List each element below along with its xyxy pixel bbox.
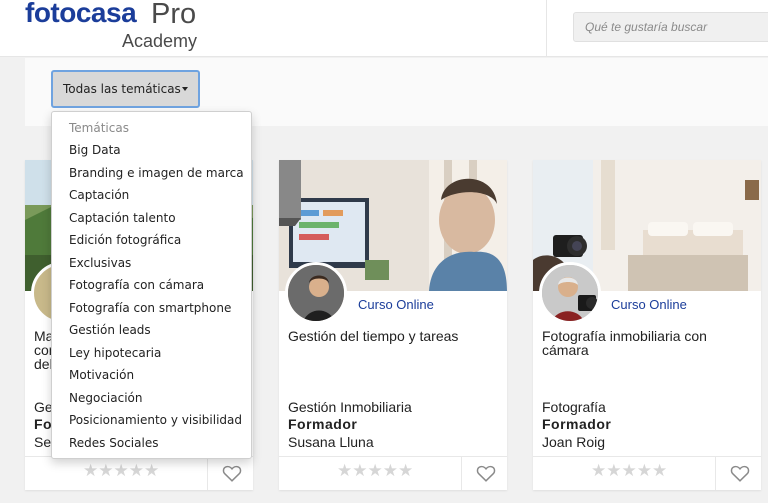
course-title[interactable]: Gestión del tiempo y tareas (288, 329, 498, 343)
course-category: Gestión Inmobiliaria (288, 399, 412, 415)
footer-divider (715, 457, 716, 490)
menu-item-exclusivas[interactable]: Exclusivas (69, 256, 131, 270)
course-role: Formador (288, 416, 358, 432)
menu-header: Temáticas (69, 121, 129, 135)
menu-item-negociacion[interactable]: Negociación (69, 391, 142, 405)
course-title[interactable]: Fotografía inmobiliaria con cámara (542, 329, 752, 357)
topic-dropdown-menu: Temáticas Big Data Branding e imagen de … (51, 111, 252, 459)
trainer-avatar (539, 262, 601, 324)
menu-item-branding[interactable]: Branding e imagen de marca (69, 166, 244, 180)
menu-item-redes-sociales[interactable]: Redes Sociales (69, 436, 158, 450)
card-footer: ★★★★★ (533, 456, 761, 490)
heart-icon[interactable] (221, 462, 243, 484)
footer-divider (461, 457, 462, 490)
rating-stars[interactable]: ★★★★★ (337, 461, 413, 481)
brand-academy-label: Academy (122, 31, 198, 51)
heart-icon[interactable] (729, 462, 751, 484)
menu-item-motivacion[interactable]: Motivación (69, 368, 134, 382)
course-card[interactable]: Curso Online Gestión del tiempo y tareas… (279, 160, 507, 490)
site-header: fotocasa Pro Academy Qué te gustaría bus… (0, 0, 768, 57)
footer-divider (207, 457, 208, 490)
menu-item-ley-hipotecaria[interactable]: Ley hipotecaria (69, 346, 161, 360)
menu-item-gestion-leads[interactable]: Gestión leads (69, 323, 151, 337)
topic-dropdown-button[interactable]: Todas las temáticas (51, 70, 200, 108)
menu-item-big-data[interactable]: Big Data (69, 143, 121, 157)
header-divider (546, 0, 547, 57)
topic-dropdown-label: Todas las temáticas (63, 82, 181, 96)
search-input[interactable]: Qué te gustaría buscar (573, 12, 768, 42)
menu-item-fotografia-camara[interactable]: Fotografía con cámara (69, 278, 204, 292)
course-type-label: Curso Online (611, 297, 687, 312)
brand-pro-label: Pro (151, 0, 197, 30)
caret-down-icon (182, 87, 188, 91)
menu-item-posicionamiento[interactable]: Posicionamiento y visibilidad (69, 413, 242, 427)
card-footer: ★★★★★ (279, 456, 507, 490)
heart-icon[interactable] (475, 462, 497, 484)
rating-stars[interactable]: ★★★★★ (83, 461, 159, 481)
menu-item-captacion[interactable]: Captación (69, 188, 129, 202)
course-type-label: Curso Online (358, 297, 434, 312)
menu-item-edicion-fotografica[interactable]: Edición fotográfica (69, 233, 181, 247)
trainer-name: Susana Lluna (288, 434, 374, 450)
course-card[interactable]: Curso Online Fotografía inmobiliaria con… (533, 160, 761, 490)
course-category: Fotografía (542, 399, 606, 415)
trainer-avatar (285, 262, 347, 324)
trainer-name: Joan Roig (542, 434, 606, 450)
rating-stars[interactable]: ★★★★★ (591, 461, 667, 481)
brand-logo[interactable]: fotocasa (25, 0, 137, 29)
menu-item-captacion-talento[interactable]: Captación talento (69, 211, 176, 225)
menu-item-fotografia-smartphone[interactable]: Fotografía con smartphone (69, 301, 231, 315)
card-footer: ★★★★★ (25, 456, 253, 490)
course-role: Formador (542, 416, 612, 432)
